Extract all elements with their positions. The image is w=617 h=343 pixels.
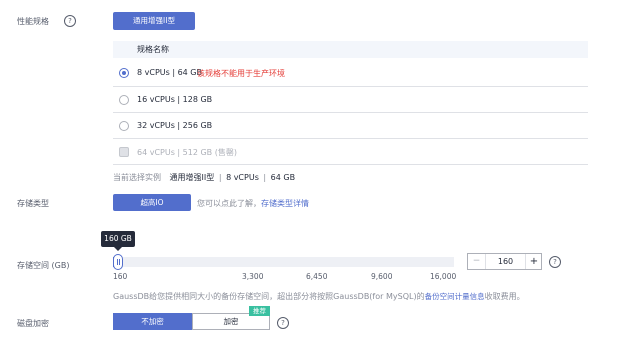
storage-space-label: 存储空间 (GB) bbox=[17, 261, 70, 270]
storage-note-prefix: GaussDB给您提供相同大小的备份存储空间，超出部分将按照GaussDB(fo… bbox=[113, 292, 425, 301]
slider-tick-label: 3,300 bbox=[242, 272, 264, 281]
storage-type-hint: 您可以点此了解，存储类型详情 bbox=[197, 198, 309, 209]
encryption-label: 磁盘加密 bbox=[17, 319, 49, 328]
spec-option-row[interactable]: 32 vCPUs | 256 GB bbox=[113, 113, 588, 138]
spec-option-label: 16 vCPUs | 128 GB bbox=[137, 95, 213, 104]
spec-label: 性能规格 bbox=[17, 17, 49, 26]
slider-tick-label: 9,600 bbox=[371, 272, 393, 281]
slider-tick-label: 16,000 bbox=[430, 272, 457, 281]
current-selection-cpu: 8 vCPUs bbox=[226, 173, 259, 182]
storage-type-detail-link[interactable]: 存储类型详情 bbox=[261, 199, 309, 208]
spec-table-header: 规格名称 bbox=[113, 41, 588, 58]
current-selection-type: 通用增强II型 bbox=[169, 173, 215, 182]
spec-option-row-disabled: 64 vCPUs | 512 GB (售罄) bbox=[113, 139, 588, 164]
slider-tick-label: 6,450 bbox=[306, 272, 328, 281]
storage-note: GaussDB给您提供相同大小的备份存储空间，超出部分将按照GaussDB(fo… bbox=[113, 291, 525, 302]
current-selection: 当前选择实例 通用增强II型 | 8 vCPUs | 64 GB bbox=[113, 173, 296, 182]
storage-help-icon[interactable]: ? bbox=[549, 256, 561, 268]
storage-type-hint-text: 您可以点此了解， bbox=[197, 199, 261, 208]
spec-table-header-label: 规格名称 bbox=[137, 45, 169, 54]
radio-unchecked[interactable] bbox=[119, 95, 129, 105]
backup-billing-link[interactable]: 备份空间计量信息 bbox=[425, 292, 485, 301]
recommended-badge: 推荐 bbox=[249, 306, 270, 316]
slider-tooltip: 160 GB bbox=[101, 231, 135, 247]
spec-option-label: 64 vCPUs | 512 GB (售罄) bbox=[137, 148, 237, 157]
spec-option-label: 8 vCPUs | 64 GB bbox=[137, 68, 202, 77]
stepper-value-input[interactable]: 160 bbox=[486, 254, 525, 269]
slider-tick-label: 160 bbox=[113, 272, 128, 281]
storage-type-label: 存储类型 bbox=[17, 199, 49, 208]
spec-type-button[interactable]: 通用增强II型 bbox=[113, 12, 195, 30]
spec-option-row[interactable]: 16 vCPUs | 128 GB bbox=[113, 87, 588, 112]
storage-type-button[interactable]: 超高IO bbox=[113, 194, 191, 211]
encryption-off-button[interactable]: 不加密 bbox=[113, 313, 192, 330]
radio-checked[interactable] bbox=[119, 68, 129, 78]
storage-note-suffix: 收取费用。 bbox=[484, 292, 525, 301]
tooltip-arrow bbox=[114, 247, 122, 251]
slider-handle[interactable] bbox=[113, 254, 123, 270]
storage-stepper: − 160 + bbox=[467, 253, 542, 270]
spec-option-row[interactable]: 8 vCPUs | 64 GB 该规格不能用于生产环境 bbox=[113, 61, 588, 85]
divider bbox=[113, 164, 588, 165]
radio-unchecked[interactable] bbox=[119, 121, 129, 131]
spec-option-label: 32 vCPUs | 256 GB bbox=[137, 121, 213, 130]
stepper-plus-button[interactable]: + bbox=[525, 254, 542, 269]
current-selection-prefix: 当前选择实例 bbox=[113, 173, 161, 182]
current-selection-mem: 64 GB bbox=[270, 173, 296, 182]
stepper-minus-button[interactable]: − bbox=[468, 254, 486, 269]
radio-disabled bbox=[119, 147, 129, 157]
slider-track[interactable] bbox=[113, 257, 454, 267]
spec-option-warning: 该规格不能用于生产环境 bbox=[197, 69, 285, 78]
encryption-help-icon[interactable]: ? bbox=[277, 317, 289, 329]
spec-help-icon[interactable]: ? bbox=[64, 15, 76, 27]
